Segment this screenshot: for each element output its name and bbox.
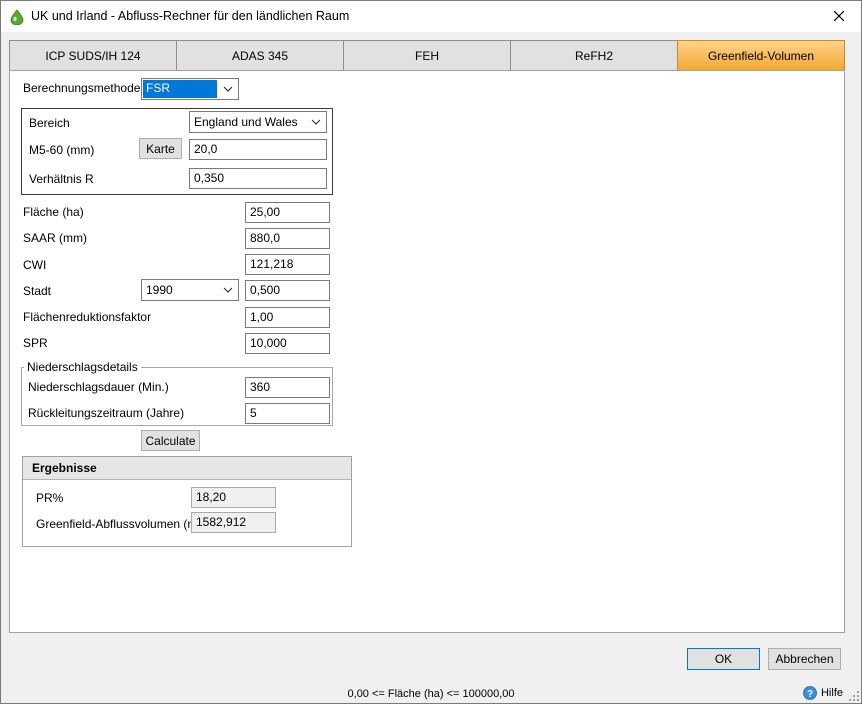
m560-label: M5-60 (mm) — [29, 143, 95, 157]
window-title: UK und Irland - Abfluss-Rechner für den … — [31, 9, 350, 23]
close-icon — [834, 11, 844, 21]
volume-field[interactable]: 1582,912 — [191, 512, 276, 533]
title-bar: UK und Irland - Abfluss-Rechner für den … — [1, 1, 861, 32]
tab-label: FEH — [415, 48, 439, 63]
method-select[interactable]: FSR — [141, 78, 239, 100]
urban-field[interactable]: 0,500 — [245, 280, 330, 301]
tab-panel: Berechnungsmethode FSR Bereich England u… — [9, 70, 845, 633]
region-select[interactable]: England und Wales — [189, 111, 327, 133]
ok-button[interactable]: OK — [687, 648, 760, 670]
ratio-field[interactable]: 0,350 — [189, 168, 327, 189]
urban-year-value: 1990 — [146, 283, 173, 297]
urban-label: Stadt — [23, 284, 52, 298]
region-label: Bereich — [29, 116, 70, 130]
status-text: 0,00 <= Fläche (ha) <= 100000,00 — [347, 688, 515, 700]
method-value: FSR — [143, 80, 217, 98]
rainfall-group-title: Niederschlagsdetails — [24, 360, 141, 374]
help-button[interactable]: ? Hilfe — [803, 686, 843, 700]
return-period-field[interactable]: 5 — [245, 403, 330, 424]
tab-refh2[interactable]: ReFH2 — [510, 40, 678, 71]
m560-field[interactable]: 20,0 — [189, 139, 327, 160]
arf-label: Flächenreduktionsfaktor — [23, 310, 152, 324]
region-value: England und Wales — [194, 115, 298, 129]
chevron-down-icon — [311, 119, 321, 125]
resize-grip-icon[interactable] — [849, 691, 859, 701]
help-label: Hilfe — [820, 687, 843, 699]
cancel-button[interactable]: Abbrechen — [768, 648, 841, 670]
chevron-down-icon — [223, 287, 233, 293]
area-field[interactable]: 25,00 — [245, 202, 330, 223]
duration-label: Niederschlagsdauer (Min.) — [28, 380, 169, 394]
method-label: Berechnungsmethode — [23, 81, 141, 95]
spr-label: SPR — [23, 336, 48, 350]
close-button[interactable] — [817, 1, 861, 32]
cwi-field[interactable]: 121,218 — [245, 254, 330, 275]
calculate-button[interactable]: Calculate — [141, 430, 200, 451]
tab-label: Greenfield-Volumen — [707, 48, 815, 63]
dialog-window: UK und Irland - Abfluss-Rechner für den … — [0, 0, 862, 704]
tab-feh[interactable]: FEH — [343, 40, 511, 71]
tab-strip: ICP SUDS/IH 124 ADAS 345 FEH ReFH2 Green… — [9, 40, 845, 71]
saar-label: SAAR (mm) — [23, 231, 87, 245]
status-bar: 0,00 <= Fläche (ha) <= 100000,00 ? Hilfe — [1, 681, 861, 703]
help-icon: ? — [803, 686, 817, 700]
map-button[interactable]: Karte — [139, 138, 182, 159]
pr-field[interactable]: 18,20 — [191, 487, 276, 508]
area-label: Fläche (ha) — [23, 205, 84, 219]
tab-icp-suds[interactable]: ICP SUDS/IH 124 — [9, 40, 177, 71]
ratio-label: Verhältnis R — [29, 172, 94, 186]
svg-text:?: ? — [807, 689, 813, 700]
saar-field[interactable]: 880,0 — [245, 228, 330, 249]
tab-adas-345[interactable]: ADAS 345 — [176, 40, 344, 71]
tab-label: ReFH2 — [574, 48, 613, 63]
tab-label: ADAS 345 — [231, 48, 289, 63]
pr-label: PR% — [36, 491, 64, 505]
results-header: Ergebnisse — [23, 457, 351, 480]
results-panel: Ergebnisse PR% 18,20 Greenfield-Abflussv… — [22, 456, 352, 547]
return-period-label: Rückleitungszeitraum (Jahre) — [28, 406, 185, 420]
urban-year-select[interactable]: 1990 — [141, 279, 239, 301]
arf-field[interactable]: 1,00 — [245, 307, 330, 328]
volume-label: Greenfield-Abflussvolumen (m³) — [36, 517, 206, 531]
water-drop-icon — [10, 9, 24, 25]
tab-label: ICP SUDS/IH 124 — [45, 48, 141, 63]
tab-greenfield-volume[interactable]: Greenfield-Volumen — [677, 40, 845, 71]
results-title: Ergebnisse — [32, 461, 97, 475]
cwi-label: CWI — [23, 258, 47, 272]
duration-field[interactable]: 360 — [245, 377, 330, 398]
chevron-down-icon — [223, 86, 233, 92]
spr-field[interactable]: 10,000 — [245, 333, 330, 354]
